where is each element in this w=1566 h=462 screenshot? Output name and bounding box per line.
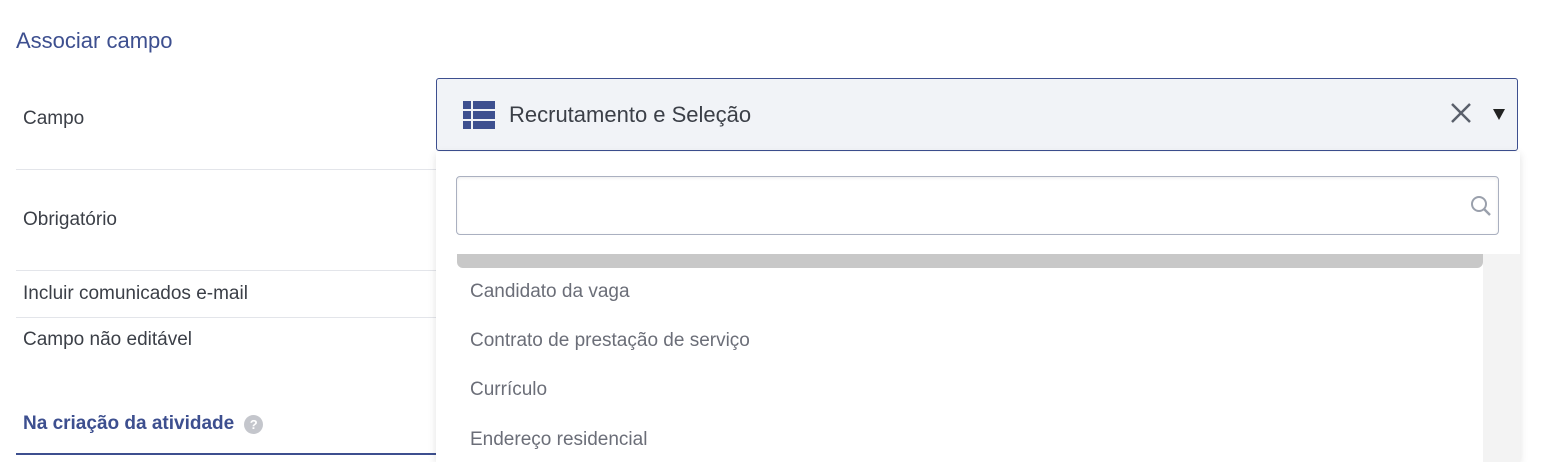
row-label-nao-editavel: Campo não editável [23,329,192,350]
row-label-obrigatorio: Obrigatório [23,209,117,230]
help-icon[interactable]: ? [244,414,264,434]
select-value: Recrutamento e Seleção [509,101,752,127]
dropdown-search-input[interactable] [469,177,1453,235]
dropdown-option[interactable]: Currículo [470,379,547,401]
vertical-scrollbar-track[interactable] [1483,254,1520,462]
search-icon [1471,196,1491,216]
caret-down-icon[interactable] [1493,109,1505,120]
clear-icon[interactable] [1449,101,1473,125]
divider [16,317,436,318]
campo-select[interactable]: Recrutamento e Seleção [436,78,1518,151]
horizontal-scrollbar[interactable] [457,254,1483,268]
list-icon [463,100,495,129]
select-dropdown: Candidato da vaga Contrato de prestação … [436,152,1520,462]
row-label-campo: Campo [23,108,85,129]
divider [16,169,436,170]
subsection-underline [16,453,436,455]
dropdown-option[interactable]: Contrato de prestação de serviço [470,330,750,352]
row-label-incluir-email: Incluir comunicados e-mail [23,283,248,304]
dropdown-search-box [456,176,1499,235]
subsection-title-wrap: Na criação da atividade ? [23,413,264,435]
subsection-title: Na criação da atividade [23,413,235,434]
dropdown-option[interactable]: Endereço residencial [470,429,647,451]
section-title: Associar campo [16,28,173,53]
dropdown-option[interactable]: Candidato da vaga [470,281,630,303]
divider [16,270,436,271]
